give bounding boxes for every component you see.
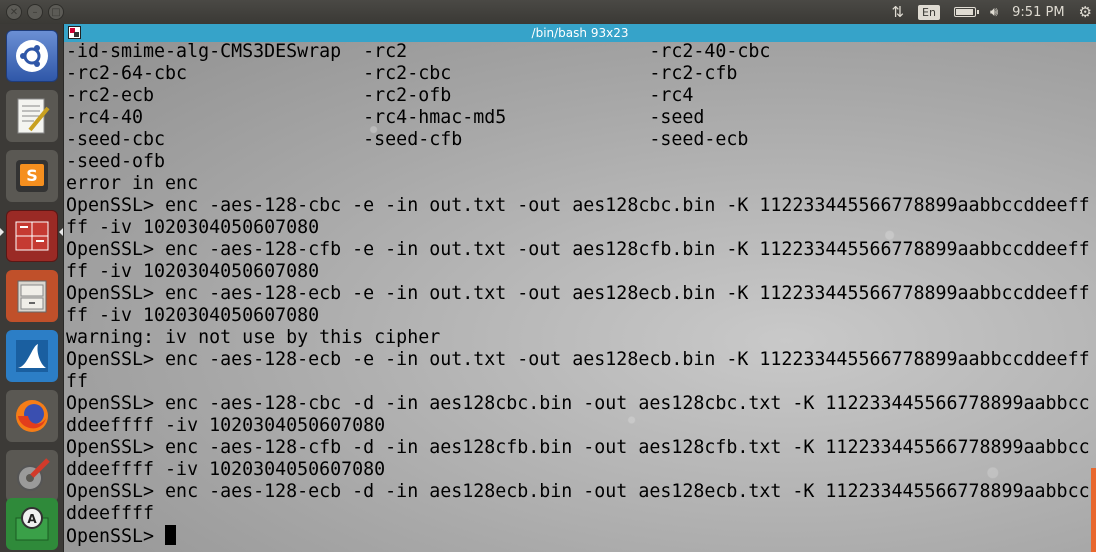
- wireshark-button[interactable]: [6, 330, 58, 382]
- text-cursor: [165, 525, 177, 545]
- output-line: ddeeffff -iv 1020304050607080: [66, 415, 386, 436]
- network-icon[interactable]: ⇅: [891, 3, 904, 21]
- window-controls: ✕ – □: [6, 4, 64, 20]
- output-line: error in enc: [66, 173, 199, 194]
- software-updater-button[interactable]: A: [6, 498, 58, 550]
- ubuntu-dash-button[interactable]: [6, 30, 58, 82]
- terminal-output[interactable]: -id-smime-alg-CMS3DESwrap -rc2 -rc2-40-c…: [66, 41, 1092, 547]
- settings-gear-icon[interactable]: ⚙: [1079, 3, 1092, 21]
- output-line: -rc2-64-cbc -rc2-cbc -rc2-cfb: [66, 63, 738, 84]
- terminal-icon: [15, 221, 49, 251]
- minimize-window-button[interactable]: –: [27, 4, 43, 20]
- file-cabinet-icon: [17, 280, 47, 313]
- output-line: ddeeffff -iv 1020304050607080: [66, 459, 386, 480]
- close-window-button[interactable]: ✕: [6, 4, 22, 20]
- battery-icon[interactable]: [953, 7, 979, 17]
- output-line: warning: iv not use by this cipher: [66, 327, 441, 348]
- output-line: OpenSSL> enc -aes-128-cbc -d -in aes128c…: [66, 393, 1090, 414]
- software-updater-icon: A: [15, 507, 49, 541]
- output-line: -seed-cbc -seed-cfb -seed-ecb: [66, 129, 749, 150]
- prompt-text: OpenSSL>: [66, 526, 166, 547]
- file-cabinet-button[interactable]: [6, 270, 58, 322]
- output-line: OpenSSL> enc -aes-128-cfb -d -in aes128c…: [66, 437, 1090, 458]
- output-line: -rc4-40 -rc4-hmac-md5 -seed: [66, 107, 705, 128]
- terminal-window[interactable]: /bin/bash 93x23 -id-smime-alg-CMS3DESwra…: [64, 24, 1096, 552]
- sublime-text-icon: S: [16, 160, 48, 192]
- output-line: ff: [66, 371, 89, 392]
- system-settings-icon: [17, 458, 50, 491]
- launcher: S A: [0, 24, 64, 552]
- output-line: -id-smime-alg-CMS3DESwrap -rc2 -rc2-40-c…: [66, 41, 771, 62]
- output-line: OpenSSL> enc -aes-128-ecb -e -in out.txt…: [66, 349, 1090, 370]
- output-line: -rc2-ecb -rc2-ofb -rc4: [66, 85, 694, 106]
- terminal-title: /bin/bash 93x23: [531, 26, 629, 40]
- clock[interactable]: 9:51 PM: [1012, 5, 1064, 20]
- system-settings-button[interactable]: [6, 450, 58, 502]
- terminal-button[interactable]: [6, 210, 58, 262]
- sublime-text-button[interactable]: S: [6, 150, 58, 202]
- top-panel: ✕ – □ ⇅ En 🔊︎ 9:51 PM ⚙: [0, 0, 1096, 24]
- keyboard-layout-indicator[interactable]: En: [918, 4, 940, 20]
- output-line: OpenSSL> enc -aes-128-ecb -d -in aes128e…: [66, 481, 1090, 502]
- firefox-icon: [16, 400, 48, 432]
- output-line: OpenSSL> enc -aes-128-cbc -e -in out.txt…: [66, 195, 1090, 216]
- system-tray: ⇅ En 🔊︎ 9:51 PM ⚙: [891, 0, 1092, 24]
- text-editor-icon: [17, 98, 50, 134]
- firefox-button[interactable]: [6, 390, 58, 442]
- output-line: ff -iv 1020304050607080: [66, 261, 320, 282]
- ubuntu-dash-icon: [16, 40, 48, 72]
- output-line: -seed-ofb: [66, 151, 166, 172]
- wireshark-icon: [16, 340, 48, 372]
- output-line: ddeeffff: [66, 503, 155, 524]
- svg-text:S: S: [26, 166, 38, 185]
- volume-icon[interactable]: 🔊︎: [990, 5, 998, 20]
- prompt-line[interactable]: OpenSSL>: [66, 525, 1092, 547]
- svg-text:A: A: [27, 512, 37, 526]
- output-line: ff -iv 1020304050607080: [66, 305, 320, 326]
- output-line: OpenSSL> enc -aes-128-cfb -e -in out.txt…: [66, 239, 1090, 260]
- terminal-scrollbar[interactable]: [1091, 468, 1096, 552]
- output-line: ff -iv 1020304050607080: [66, 217, 320, 238]
- text-editor-button[interactable]: [6, 90, 58, 142]
- terminal-app-icon: [68, 26, 81, 39]
- output-line: OpenSSL> enc -aes-128-ecb -e -in out.txt…: [66, 283, 1090, 304]
- maximize-window-button[interactable]: □: [48, 4, 64, 20]
- terminal-titlebar[interactable]: /bin/bash 93x23: [64, 24, 1096, 42]
